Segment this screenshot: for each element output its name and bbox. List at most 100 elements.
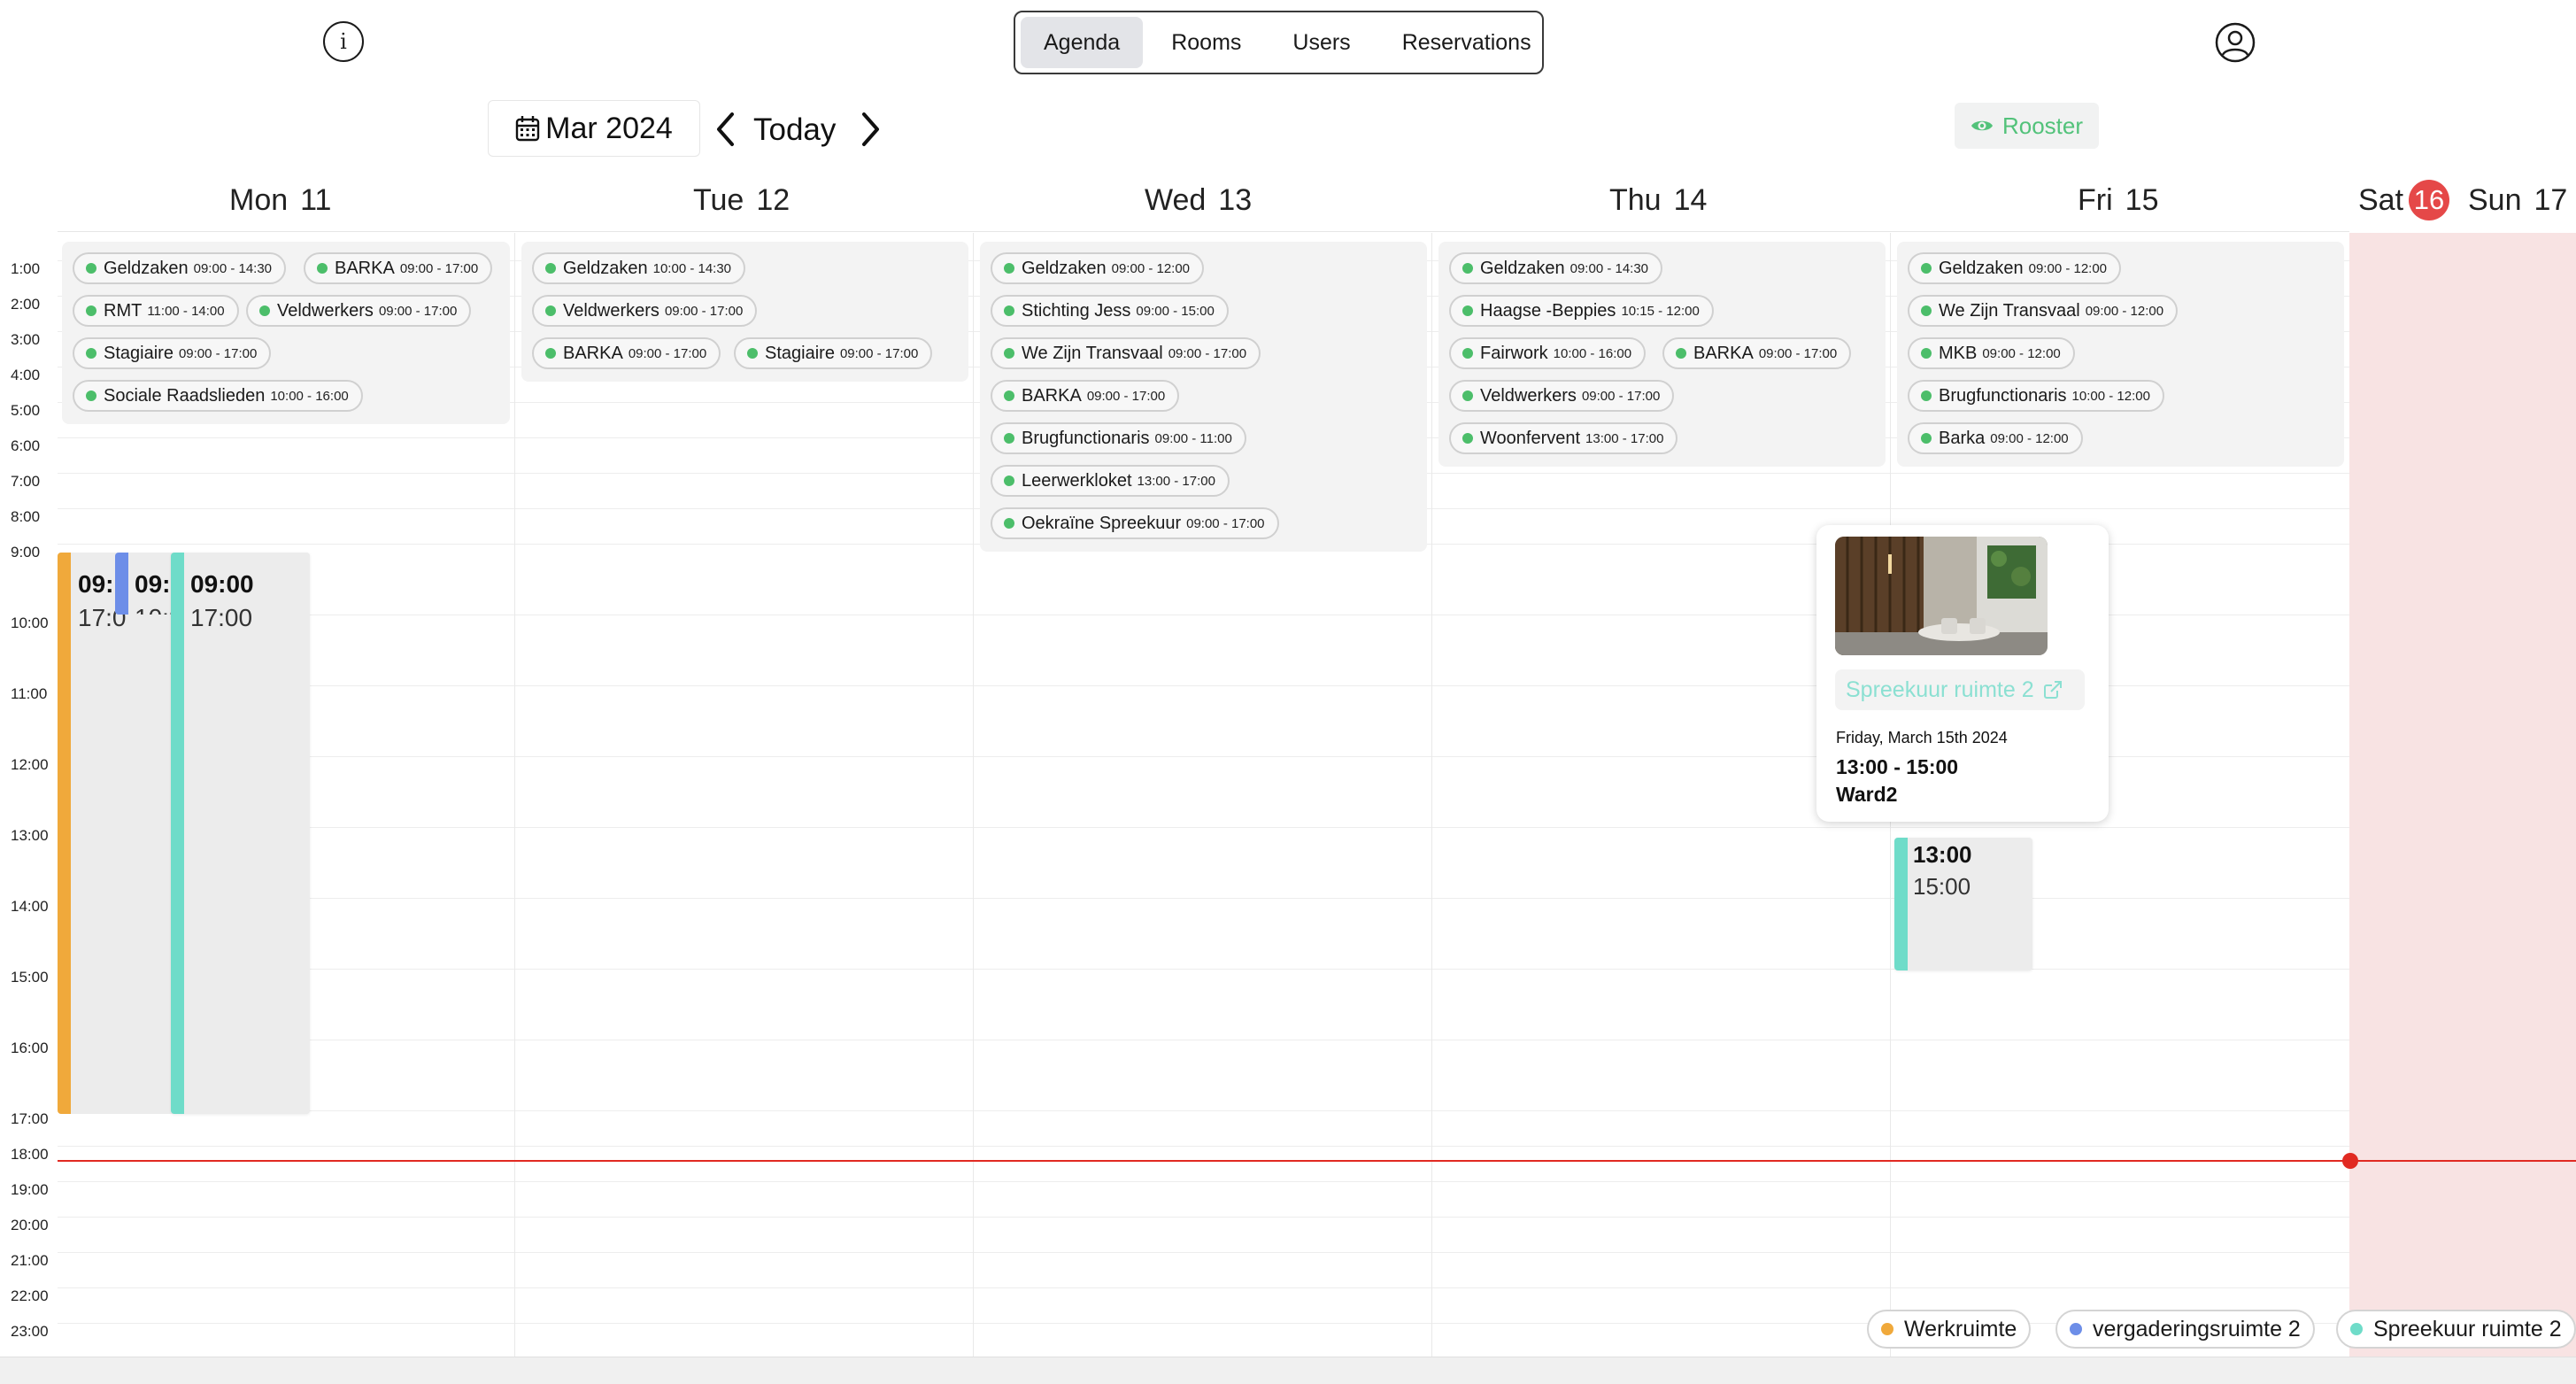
allday-event[interactable]: Veldwerkers 09:00 - 17:00 [532, 295, 758, 327]
event-name: BARKA [335, 258, 395, 278]
allday-event[interactable]: RMT 11:00 - 14:00 [73, 295, 239, 327]
event-start-time: 09: [78, 570, 114, 598]
allday-event[interactable]: Stagiaire 09:00 - 17:00 [73, 337, 272, 369]
account-button[interactable] [2215, 22, 2256, 63]
day-number: 11 [300, 182, 332, 217]
event-name: Woonfervent [1480, 428, 1581, 448]
allday-event[interactable]: Haagse -Beppies 10:15 - 12:00 [1449, 295, 1714, 327]
today-button[interactable]: Today [753, 109, 836, 151]
day-name: Sat [2358, 182, 2404, 217]
legend-werkruimte[interactable]: Werkruimte [1867, 1310, 2032, 1349]
horizontal-scrollbar[interactable] [0, 1357, 2576, 1384]
reservation-spreekuur-fri[interactable]: 13:00 15:00 [1894, 838, 2032, 970]
allday-event[interactable]: Leerwerkloket 13:00 - 17:00 [991, 465, 1230, 497]
status-dot [545, 348, 556, 359]
tab-rooms[interactable]: Rooms [1148, 17, 1264, 68]
allday-event[interactable]: Oekraïne Spreekuur 09:00 - 17:00 [991, 507, 1279, 539]
allday-event[interactable]: Veldwerkers 09:00 - 17:00 [246, 295, 472, 327]
rooster-label: Rooster [2001, 112, 2084, 139]
day-name: Wed [1145, 182, 1207, 217]
allday-event[interactable]: BARKA 09:00 - 17:00 [304, 252, 493, 284]
month-picker[interactable]: Mar 2024 [488, 100, 700, 157]
allday-event[interactable]: Veldwerkers 09:00 - 17:00 [1449, 380, 1675, 412]
allday-event[interactable]: Stagiaire 09:00 - 17:00 [734, 337, 933, 369]
external-link-icon [2043, 681, 2062, 699]
event-name: Sociale Raadslieden [104, 385, 266, 406]
user-circle-icon [2215, 22, 2256, 63]
column-divider [973, 233, 974, 1357]
reservation-vergaderingsruimte[interactable]: 09: 10:0 [115, 553, 173, 615]
event-name: Oekraïne Spreekuur [1022, 513, 1182, 533]
chevron-right-icon [862, 112, 879, 146]
allday-event[interactable]: Stichting Jess 09:00 - 15:00 [991, 295, 1229, 327]
hour-label: 21:00 [11, 1252, 49, 1269]
chevron-left-icon [717, 112, 734, 146]
status-dot [259, 305, 270, 316]
allday-event[interactable]: BARKA 09:00 - 17:00 [532, 337, 721, 369]
reservation-spreekuur-mon[interactable]: 09:00 17:00 [171, 553, 310, 1114]
reservation-time: 13:00 - 15:00 [1836, 755, 1959, 778]
event-name: Geldzaken [1022, 258, 1107, 278]
legend-vergaderingsruimte[interactable]: vergaderingsruimte 2 [2055, 1310, 2315, 1349]
hour-label: 1:00 [11, 260, 41, 277]
allday-event[interactable]: We Zijn Transvaal 09:00 - 12:00 [1908, 295, 2179, 327]
tab-reservations[interactable]: Reservations [1379, 17, 1554, 68]
event-time: 09:00 - 17:00 [178, 345, 258, 361]
day-name: Fri [2078, 182, 2113, 217]
all-day-block-tue: Geldzaken 10:00 - 14:30 Veldwerkers 09:00 … [521, 242, 968, 382]
info-button[interactable]: i [323, 21, 364, 62]
allday-event[interactable]: Brugfunctionaris 10:00 - 12:00 [1908, 380, 2164, 412]
event-name: Haagse -Beppies [1480, 300, 1616, 321]
tab-agenda[interactable]: Agenda [1021, 17, 1144, 68]
column-divider [514, 233, 515, 1357]
event-time: 09:00 - 12:00 [1111, 260, 1191, 276]
allday-event[interactable]: Woonfervent 13:00 - 17:00 [1449, 422, 1678, 454]
hour-gridline [58, 1181, 2349, 1182]
event-name: RMT [104, 300, 143, 321]
status-dot [1462, 263, 1473, 274]
status-dot [1004, 476, 1014, 486]
allday-event[interactable]: BARKA 09:00 - 17:00 [1662, 337, 1852, 369]
allday-event[interactable]: Geldzaken 10:00 - 14:30 [532, 252, 746, 284]
allday-event[interactable]: We Zijn Transvaal 09:00 - 17:00 [991, 337, 1261, 369]
allday-event[interactable]: Brugfunctionaris 09:00 - 11:00 [991, 422, 1246, 454]
status-dot [1462, 390, 1473, 401]
event-name: Veldwerkers [563, 300, 659, 321]
day-header-fri: Fri 15 [2078, 180, 2158, 220]
allday-event[interactable]: Geldzaken 09:00 - 14:30 [1449, 252, 1663, 284]
column-divider [1431, 233, 1432, 1357]
allday-event[interactable]: Barka 09:00 - 12:00 [1908, 422, 2083, 454]
event-time: 13:00 - 17:00 [1585, 430, 1664, 446]
header-divider [58, 231, 2349, 232]
day-name: Mon [229, 182, 289, 217]
event-time: 10:00 - 14:30 [652, 260, 732, 276]
hour-gridline [58, 1287, 2349, 1288]
room-color-bar [115, 553, 128, 615]
event-start-time: 09:00 [190, 570, 254, 598]
status-dot [1921, 263, 1932, 274]
hour-gridline [58, 1146, 2349, 1147]
status-dot [86, 348, 96, 359]
allday-event[interactable]: Fairwork 10:00 - 16:00 [1449, 337, 1647, 369]
event-name: Fairwork [1480, 343, 1548, 363]
allday-event[interactable]: Geldzaken 09:00 - 14:30 [73, 252, 287, 284]
month-label: Mar 2024 [545, 111, 673, 145]
event-time: 10:00 - 12:00 [2071, 388, 2150, 404]
allday-event[interactable]: BARKA 09:00 - 17:00 [991, 380, 1180, 412]
allday-event[interactable]: MKB 09:00 - 12:00 [1908, 337, 2075, 369]
room-link[interactable]: Spreekuur ruimte 2 [1835, 669, 2085, 710]
hour-label: 5:00 [11, 402, 41, 419]
event-name: Veldwerkers [277, 300, 374, 321]
event-start-time: 09: [135, 570, 171, 598]
allday-event[interactable]: Geldzaken 09:00 - 12:00 [1908, 252, 2122, 284]
event-name: Veldwerkers [1480, 385, 1577, 406]
prev-week-button[interactable] [711, 110, 741, 149]
next-week-button[interactable] [855, 110, 885, 149]
allday-event[interactable]: Geldzaken 09:00 - 12:00 [991, 252, 1205, 284]
rooster-button[interactable]: Rooster [1955, 103, 2099, 149]
tab-users[interactable]: Users [1269, 17, 1373, 68]
event-time: 09:00 - 12:00 [1982, 345, 2061, 361]
status-dot [545, 305, 556, 316]
allday-event[interactable]: Sociale Raadslieden 10:00 - 16:00 [73, 380, 363, 412]
legend-spreekuur[interactable]: Spreekuur ruimte 2 [2336, 1310, 2576, 1349]
